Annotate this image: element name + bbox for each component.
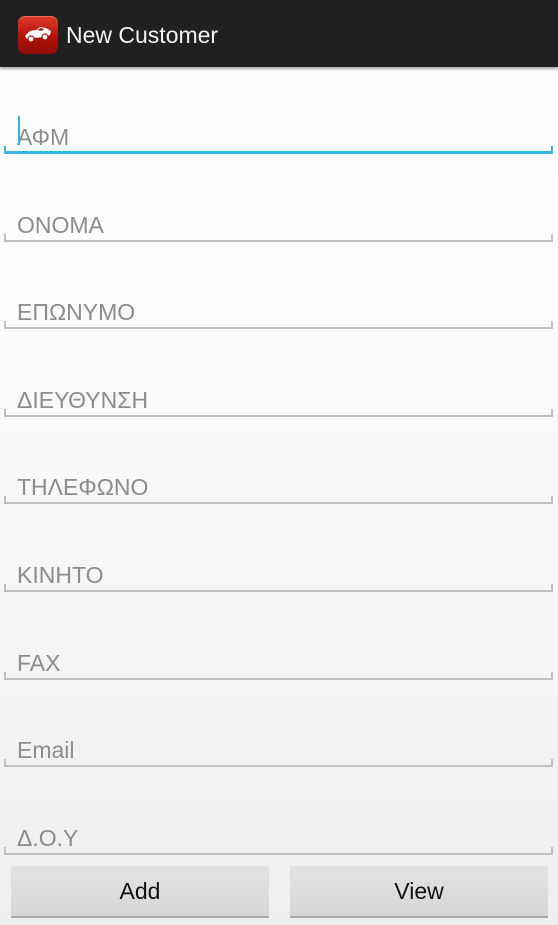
doy-underline: [4, 847, 553, 855]
doy-input[interactable]: [4, 799, 553, 859]
dieythynsi-input[interactable]: [4, 361, 553, 421]
onoma-underline: [4, 234, 553, 242]
tilefono-input[interactable]: [4, 448, 553, 508]
email-underline: [4, 759, 553, 767]
afm-input[interactable]: [4, 98, 553, 158]
fax-field[interactable]: [4, 624, 553, 684]
kinito-underline: [4, 584, 553, 592]
dieythynsi-underline: [4, 409, 553, 417]
afm-underline: [4, 146, 553, 154]
onoma-input[interactable]: [4, 186, 553, 246]
dieythynsi-field[interactable]: [4, 361, 553, 421]
email-field[interactable]: [4, 711, 553, 771]
kinito-input[interactable]: [4, 536, 553, 596]
onoma-field[interactable]: [4, 186, 553, 246]
eponymo-underline: [4, 321, 553, 329]
car-icon[interactable]: [18, 16, 58, 54]
view-button[interactable]: View: [290, 866, 548, 918]
email-input[interactable]: [4, 711, 553, 771]
kinito-field[interactable]: [4, 536, 553, 596]
action-bar: New Customer: [0, 0, 558, 67]
page-title: New Customer: [66, 22, 219, 48]
fax-input[interactable]: [4, 624, 553, 684]
afm-field[interactable]: [4, 98, 553, 158]
text-cursor: [18, 116, 20, 145]
eponymo-input[interactable]: [4, 273, 553, 333]
doy-field[interactable]: [4, 799, 553, 859]
eponymo-field[interactable]: [4, 273, 553, 333]
tilefono-underline: [4, 496, 553, 504]
tilefono-field[interactable]: [4, 448, 553, 508]
fax-underline: [4, 672, 553, 680]
add-button[interactable]: Add: [11, 866, 269, 918]
